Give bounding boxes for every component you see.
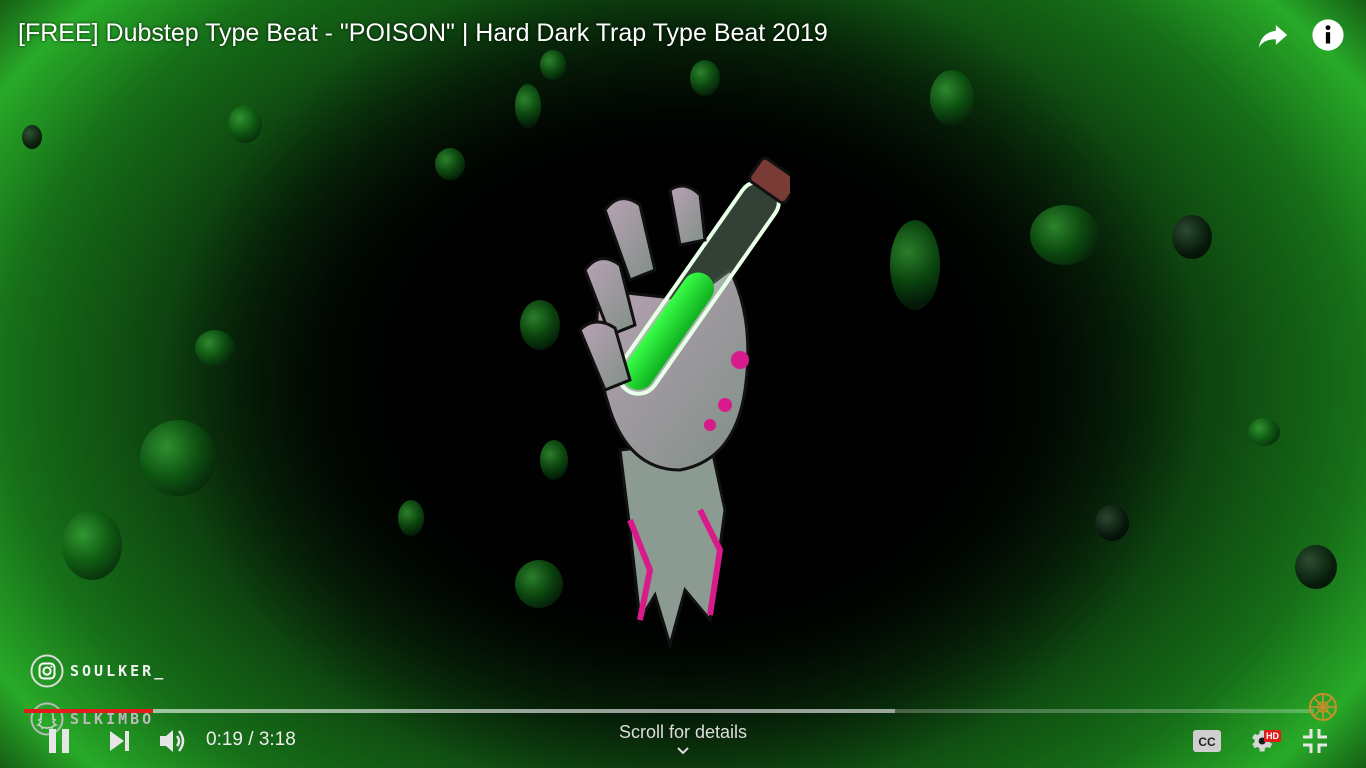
cc-icon[interactable]: CC: [1192, 729, 1222, 753]
share-arrow-icon[interactable]: [1256, 18, 1290, 52]
bubble-decoration: [62, 510, 122, 580]
channel-watermark-logo[interactable]: [1308, 692, 1338, 722]
bubble-decoration: [398, 500, 424, 536]
time-display: 0:19 / 3:18: [206, 729, 296, 750]
bubble-decoration: [435, 148, 465, 180]
chevron-down-icon[interactable]: [676, 746, 690, 756]
video-title: [FREE] Dubstep Type Beat - "POISON" | Ha…: [18, 19, 828, 47]
volume-icon[interactable]: [158, 727, 188, 755]
bubble-decoration: [195, 330, 235, 366]
bubble-decoration: [1030, 205, 1100, 265]
bubble-decoration: [930, 70, 974, 126]
bubble-decoration: [1095, 505, 1129, 541]
bubble-decoration: [540, 50, 566, 80]
pause-icon[interactable]: [46, 727, 72, 755]
bubble-decoration: [690, 60, 720, 96]
video-frame[interactable]: [0, 0, 1366, 768]
played-progress: [24, 709, 153, 713]
bubble-decoration: [22, 125, 42, 149]
instagram-handle: SOULKER_: [70, 662, 167, 680]
bubble-decoration: [1295, 545, 1337, 589]
buffered-progress: [24, 709, 895, 713]
bubble-decoration: [520, 300, 560, 350]
bubble-decoration: [890, 220, 940, 310]
bubble-decoration: [1172, 215, 1212, 259]
bubble-decoration: [1248, 418, 1280, 446]
svg-text:CC: CC: [1198, 735, 1216, 749]
scroll-for-details-hint[interactable]: Scroll for details: [583, 722, 783, 743]
instagram-icon: [30, 654, 64, 688]
info-icon[interactable]: [1311, 18, 1345, 52]
hd-quality-badge: HD: [1264, 730, 1281, 742]
next-icon[interactable]: [108, 730, 132, 752]
bubble-decoration: [140, 420, 216, 496]
bubble-decoration: [515, 84, 541, 128]
instagram-handle-overlay: SOULKER_: [30, 654, 166, 688]
progress-bar[interactable]: [24, 709, 1314, 713]
exit-fullscreen-icon[interactable]: [1302, 728, 1328, 754]
bubble-decoration: [228, 105, 262, 143]
poison-vial-hand-artwork: [578, 156, 790, 650]
bubble-decoration: [515, 560, 563, 608]
